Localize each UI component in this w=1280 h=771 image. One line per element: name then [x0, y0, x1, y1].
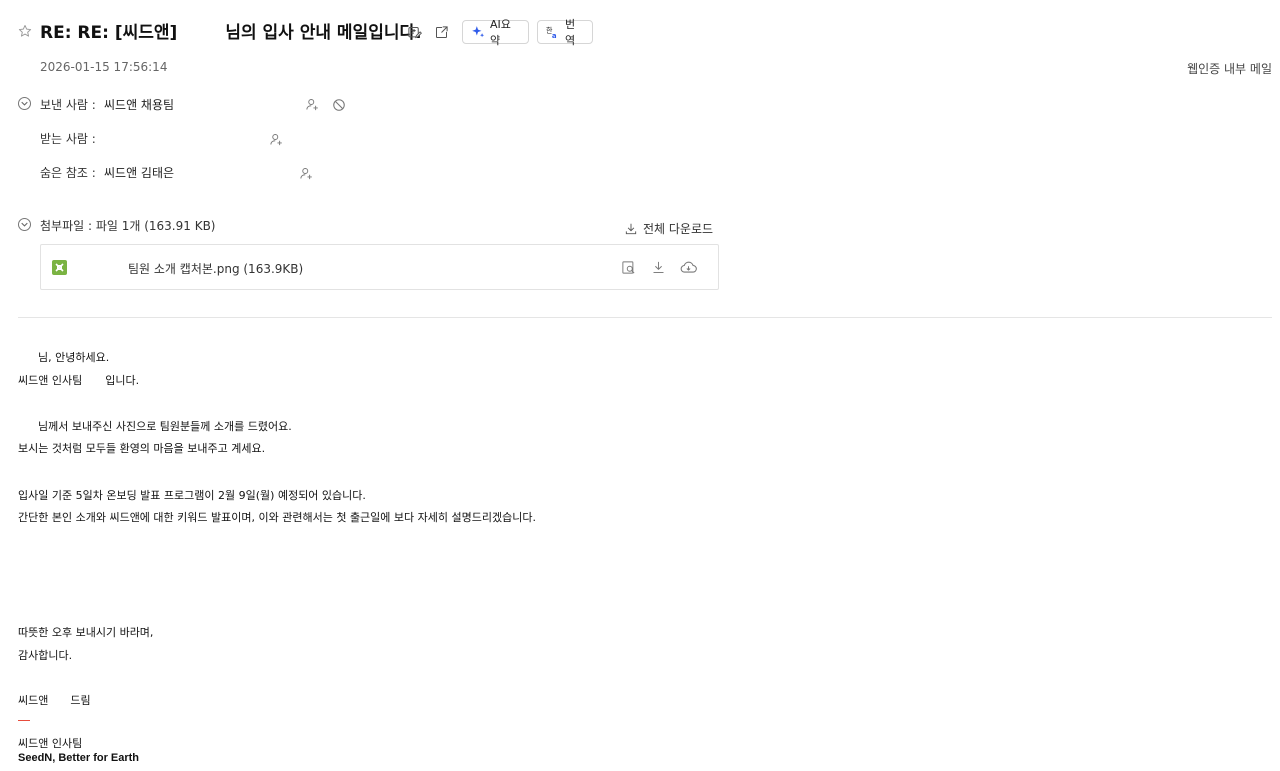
- download-icon[interactable]: [651, 260, 666, 275]
- closing-line: 감사합니다.: [18, 649, 73, 662]
- cloud-save-icon[interactable]: [680, 260, 697, 275]
- star-icon[interactable]: [18, 24, 32, 38]
- signature-brand: SeedN, Better for Earth: [18, 752, 140, 764]
- download-all-button[interactable]: 전체 다운로드: [624, 220, 713, 237]
- download-icon: [624, 222, 638, 236]
- sign-suffix: 드림: [70, 694, 91, 707]
- signature-team: 씨드앤 인사팀: [18, 737, 83, 750]
- team-name: 씨드앤 인사팀: [18, 374, 83, 387]
- ai-summary-label: AI요약: [490, 18, 511, 47]
- bcc-label: 숨은 참조 :: [40, 166, 96, 180]
- body-line: 님께서 보내주신 사진으로 팀원분들께 소개를 드렸어요.: [18, 418, 292, 434]
- translate-label: 번역: [565, 18, 576, 47]
- subject-part-1: RE: RE: [씨드앤]: [40, 23, 178, 43]
- greeting-text: 님, 안녕하세요.: [38, 351, 110, 364]
- sign-off: 씨드앤 드림: [18, 692, 91, 708]
- body-line: 간단한 본인 소개와 씨드앤에 대한 키워드 발표이며, 이와 관련해서는 첫 …: [18, 511, 536, 524]
- bcc-value[interactable]: 씨드앤 김태은: [104, 164, 174, 181]
- divider: [18, 317, 1272, 318]
- subject-part-2: 님의 입사 안내 메일입니다.: [225, 23, 422, 43]
- mail-subject: RE: RE: [씨드앤] 님의 입사 안내 메일입니다.: [40, 18, 422, 43]
- translate-button[interactable]: 한a 번역: [537, 18, 593, 47]
- from-value[interactable]: 씨드앤 채용팀: [104, 96, 174, 113]
- collapse-attachments-icon[interactable]: [18, 218, 31, 231]
- body-line: 보시는 것처럼 모두들 환영의 마음을 보내주고 계세요.: [18, 442, 266, 455]
- block-sender-icon[interactable]: [332, 98, 346, 112]
- add-contact-icon[interactable]: [269, 132, 284, 147]
- sign-company: 씨드앤: [18, 694, 49, 707]
- sparkle-icon: [471, 25, 485, 39]
- image-file-icon: [52, 260, 67, 275]
- open-new-window-icon[interactable]: [434, 25, 449, 40]
- edit-icon[interactable]: [407, 25, 422, 40]
- closing-line: 따뜻한 오후 보내시기 바라며,: [18, 626, 154, 639]
- body-greeting: 님, 안녕하세요.: [18, 349, 109, 365]
- attachment-summary: 첨부파일 : 파일 1개 (163.91 KB): [40, 219, 216, 233]
- collapse-recipients-icon[interactable]: [18, 97, 31, 110]
- svg-text:a: a: [552, 32, 557, 39]
- body-line: 씨드앤 인사팀 입니다.: [18, 372, 139, 388]
- add-contact-icon[interactable]: [305, 97, 320, 112]
- add-contact-icon[interactable]: [299, 166, 314, 181]
- sent-date: 2026-01-15 17:56:14: [40, 60, 168, 74]
- preview-icon[interactable]: [621, 260, 636, 275]
- body-line: 입사일 기준 5일차 온보딩 발표 프로그램이 2월 9일(월) 예정되어 있습…: [18, 489, 366, 502]
- auth-badge: 웹인증 내부 메일: [1187, 62, 1272, 76]
- download-all-label: 전체 다운로드: [643, 222, 714, 236]
- ai-summary-button[interactable]: AI요약: [462, 18, 529, 47]
- body-text: 님께서 보내주신 사진으로 팀원분들께 소개를 드렸어요.: [38, 420, 292, 433]
- from-label: 보낸 사람 :: [40, 98, 96, 112]
- attachment-file-name[interactable]: 팀원 소개 캡처본.png (163.9KB): [128, 260, 303, 277]
- to-label: 받는 사람 :: [40, 132, 96, 146]
- signature-divider: [18, 720, 30, 721]
- intro-suffix: 입니다.: [105, 374, 140, 387]
- translate-icon: 한a: [546, 25, 560, 39]
